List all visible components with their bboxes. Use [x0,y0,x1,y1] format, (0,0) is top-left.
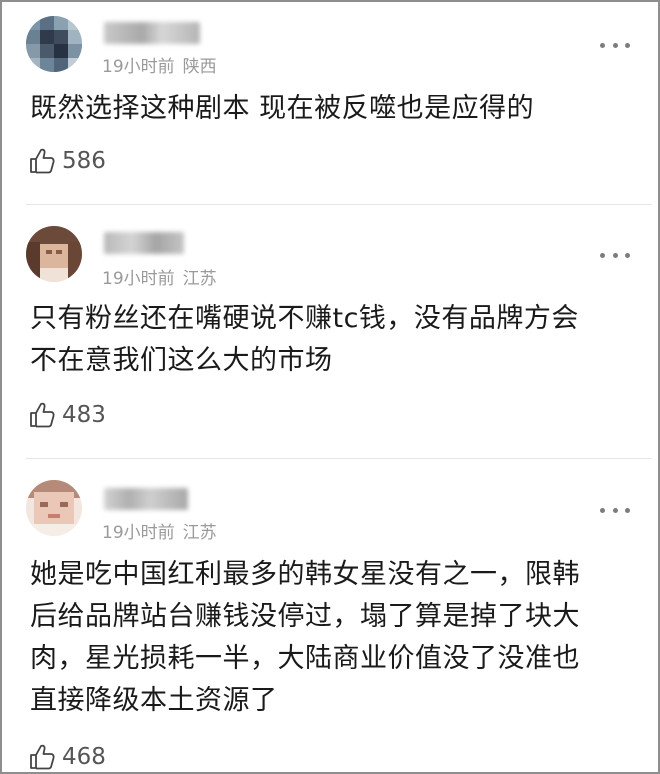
like-button[interactable]: 468 [28,742,106,772]
thumbs-up-icon [30,148,55,174]
like-count: 483 [62,402,106,428]
avatar[interactable] [26,16,82,72]
comment-text: 她是吃中国红利最多的韩女星没有之一，限韩 后给品牌站台赚钱没停过，塌了算是掉了块… [30,559,580,716]
comment-region: 江苏 [182,269,217,289]
like-button[interactable]: 483 [28,400,106,430]
username-blurred[interactable] [104,22,200,44]
comment-text: 只有粉丝还在嘴硬说不赚tc钱，没有品牌方会 不在意我们这么大的市场 [30,303,579,376]
comment-region: 陕西 [182,57,217,77]
avatar[interactable] [26,480,82,536]
username-blurred[interactable] [104,232,184,254]
avatar[interactable] [26,226,82,282]
more-options-icon[interactable] [600,250,630,260]
thumbs-up-icon [30,402,55,428]
avatar-image [26,16,82,72]
comment-text: 既然选择这种剧本 现在被反噬也是应得的 [30,93,535,124]
more-options-icon[interactable] [600,40,630,50]
thumbs-up-icon [30,744,55,770]
comment-region: 江苏 [182,523,217,543]
username-blurred[interactable] [104,488,188,510]
comment-list: 19小时前 陕西 既然选择这种剧本 现在被反噬也是应得的 586 19小时前 江… [0,0,660,774]
avatar-image [26,480,82,536]
like-count: 468 [62,744,106,770]
comment-time: 19小时前 [102,523,175,543]
more-options-icon[interactable] [600,505,630,515]
comment-meta: 19小时前 陕西 [102,52,217,77]
like-button[interactable]: 586 [28,146,106,176]
like-count: 586 [62,148,106,174]
comment-time: 19小时前 [102,57,175,77]
avatar-image [26,226,82,282]
divider [26,204,652,205]
comment-meta: 19小时前 江苏 [102,518,217,543]
divider [26,458,652,459]
comment-time: 19小时前 [102,269,175,289]
comment-meta: 19小时前 江苏 [102,264,217,289]
